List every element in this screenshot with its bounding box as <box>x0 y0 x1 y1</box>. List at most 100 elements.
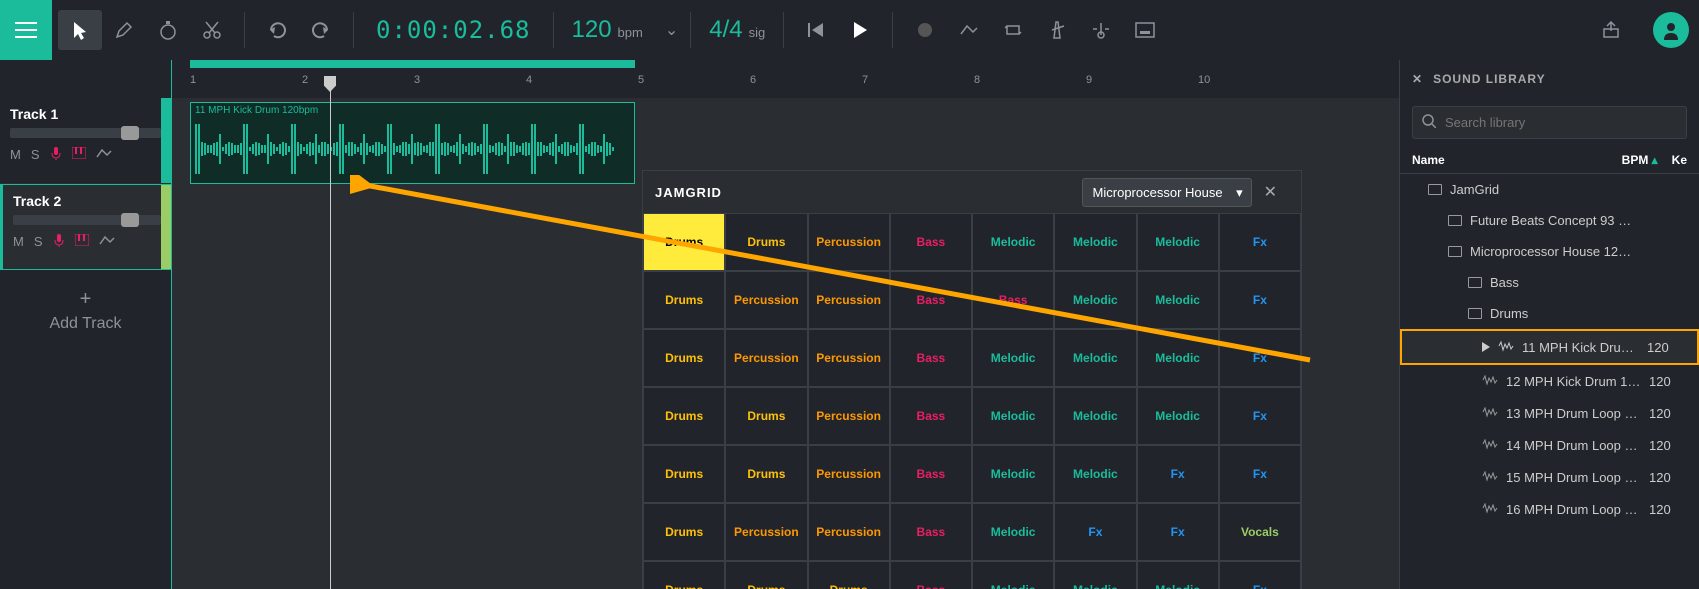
jamgrid-cell-fx[interactable]: Fx <box>1219 213 1301 271</box>
jamgrid-cell-vocals[interactable]: Vocals <box>1219 503 1301 561</box>
jamgrid-cell-drums[interactable]: Drums <box>643 561 725 589</box>
jamgrid-cell-drums[interactable]: Drums <box>643 503 725 561</box>
redo-button[interactable] <box>299 10 343 50</box>
sound-item[interactable]: 11 MPH Kick Drum 12…120 <box>1400 329 1699 365</box>
jamgrid-cell-perc[interactable]: Percussion <box>725 271 807 329</box>
folder-item[interactable]: JamGrid <box>1400 174 1699 205</box>
rewind-button[interactable] <box>794 10 838 50</box>
jamgrid-cell-melodic[interactable]: Melodic <box>972 329 1054 387</box>
piano-icon[interactable] <box>72 147 86 162</box>
sound-item[interactable]: 14 MPH Drum Loop 1…120 <box>1400 429 1699 461</box>
timesig-display[interactable]: 4/4 sig <box>695 16 779 44</box>
jamgrid-cell-melodic[interactable]: Melodic <box>972 445 1054 503</box>
jamgrid-cell-fx[interactable]: Fx <box>1137 445 1219 503</box>
jamgrid-cell-drums[interactable]: Drums <box>725 561 807 589</box>
playhead[interactable] <box>330 76 331 589</box>
track-2[interactable]: Track 2 M S <box>0 184 171 270</box>
jamgrid-cell-bass[interactable]: Bass <box>890 329 972 387</box>
midi-button[interactable] <box>1123 10 1167 50</box>
mute-button[interactable]: M <box>13 234 24 249</box>
mic-icon[interactable] <box>50 146 62 163</box>
jamgrid-cell-bass[interactable]: Bass <box>890 387 972 445</box>
track-name[interactable]: Track 2 <box>13 193 161 209</box>
jamgrid-cell-bass[interactable]: Bass <box>972 271 1054 329</box>
play-button[interactable] <box>838 10 882 50</box>
jamgrid-cell-perc[interactable]: Percussion <box>808 329 890 387</box>
record-button[interactable] <box>903 10 947 50</box>
jamgrid-cell-perc[interactable]: Percussion <box>725 329 807 387</box>
sound-item[interactable]: 15 MPH Drum Loop 1…120 <box>1400 461 1699 493</box>
jamgrid-cell-drums[interactable]: Drums <box>808 561 890 589</box>
column-key[interactable]: Ke <box>1672 153 1687 167</box>
pointer-tool[interactable] <box>58 10 102 50</box>
jamgrid-cell-melodic[interactable]: Melodic <box>1137 561 1219 589</box>
jamgrid-cell-perc[interactable]: Percussion <box>808 213 890 271</box>
jamgrid-cell-melodic[interactable]: Melodic <box>972 213 1054 271</box>
jamgrid-preset-select[interactable]: Microprocessor House ▾ <box>1082 178 1252 207</box>
jamgrid-cell-drums[interactable]: Drums <box>643 387 725 445</box>
jamgrid-cell-fx[interactable]: Fx <box>1054 503 1136 561</box>
automation-button[interactable] <box>947 10 991 50</box>
jamgrid-cell-melodic[interactable]: Melodic <box>1054 387 1136 445</box>
jamgrid-cell-drums[interactable]: Drums <box>643 445 725 503</box>
loop-button[interactable] <box>991 10 1035 50</box>
track-name[interactable]: Track 1 <box>10 106 161 122</box>
jamgrid-cell-perc[interactable]: Percussion <box>808 445 890 503</box>
jamgrid-cell-drums[interactable]: Drums <box>725 445 807 503</box>
jamgrid-cell-melodic[interactable]: Melodic <box>1054 271 1136 329</box>
jamgrid-cell-drums[interactable]: Drums <box>643 271 725 329</box>
jamgrid-cell-melodic[interactable]: Melodic <box>972 387 1054 445</box>
folder-item[interactable]: Bass <box>1400 267 1699 298</box>
jamgrid-cell-perc[interactable]: Percussion <box>808 387 890 445</box>
bpm-display[interactable]: 120 bpm <box>558 16 657 44</box>
cut-tool[interactable] <box>190 10 234 50</box>
jamgrid-cell-drums[interactable]: Drums <box>643 213 725 271</box>
jamgrid-cell-melodic[interactable]: Melodic <box>1137 213 1219 271</box>
track-volume-slider[interactable] <box>10 128 161 138</box>
jamgrid-cell-fx[interactable]: Fx <box>1219 271 1301 329</box>
audio-clip[interactable]: 11 MPH Kick Drum 120bpm <box>190 102 635 184</box>
jamgrid-cell-fx[interactable]: Fx <box>1219 387 1301 445</box>
add-track-button[interactable]: + Add Track <box>0 270 171 351</box>
jamgrid-cell-bass[interactable]: Bass <box>890 213 972 271</box>
jamgrid-close-button[interactable]: ✕ <box>1252 174 1289 210</box>
jamgrid-cell-bass[interactable]: Bass <box>890 271 972 329</box>
column-bpm[interactable]: BPM ▴ <box>1622 153 1672 167</box>
folder-item[interactable]: Future Beats Concept 93 … <box>1400 205 1699 236</box>
jamgrid-cell-fx[interactable]: Fx <box>1219 329 1301 387</box>
jamgrid-cell-fx[interactable]: Fx <box>1219 561 1301 589</box>
search-input[interactable] <box>1412 106 1687 139</box>
jamgrid-cell-drums[interactable]: Drums <box>725 213 807 271</box>
undo-button[interactable] <box>255 10 299 50</box>
jamgrid-cell-bass[interactable]: Bass <box>890 503 972 561</box>
user-icon[interactable] <box>1653 12 1689 48</box>
jamgrid-cell-bass[interactable]: Bass <box>890 561 972 589</box>
jamgrid-cell-melodic[interactable]: Melodic <box>1137 329 1219 387</box>
sound-item[interactable]: 13 MPH Drum Loop 1…120 <box>1400 397 1699 429</box>
automation-icon[interactable] <box>99 234 115 249</box>
jamgrid-cell-perc[interactable]: Percussion <box>808 503 890 561</box>
automation-icon[interactable] <box>96 147 112 162</box>
jamgrid-cell-perc[interactable]: Percussion <box>808 271 890 329</box>
column-name[interactable]: Name <box>1412 153 1622 167</box>
pencil-tool[interactable] <box>102 10 146 50</box>
close-icon[interactable]: ✕ <box>1412 72 1423 86</box>
jamgrid-cell-drums[interactable]: Drums <box>643 329 725 387</box>
share-icon[interactable] <box>1589 10 1633 50</box>
jamgrid-cell-melodic[interactable]: Melodic <box>1054 213 1136 271</box>
stopwatch-tool[interactable] <box>146 10 190 50</box>
folder-item[interactable]: Drums <box>1400 298 1699 329</box>
solo-button[interactable]: S <box>31 147 40 162</box>
metronome-button[interactable] <box>1035 10 1079 50</box>
sound-item[interactable]: 16 MPH Drum Loop 1…120 <box>1400 493 1699 525</box>
jamgrid-cell-melodic[interactable]: Melodic <box>1054 561 1136 589</box>
jamgrid-cell-perc[interactable]: Percussion <box>725 503 807 561</box>
jamgrid-cell-melodic[interactable]: Melodic <box>1137 387 1219 445</box>
timeline-ruler[interactable]: 12345678910 <box>172 60 1399 98</box>
timeline-area[interactable]: 12345678910 11 MPH Kick Drum 120bpm JAMG… <box>172 60 1399 589</box>
menu-button[interactable] <box>0 0 52 60</box>
sound-item[interactable]: 12 MPH Kick Drum 12…120 <box>1400 365 1699 397</box>
jamgrid-cell-melodic[interactable]: Melodic <box>1054 329 1136 387</box>
piano-icon[interactable] <box>75 234 89 249</box>
jamgrid-cell-melodic[interactable]: Melodic <box>1137 271 1219 329</box>
